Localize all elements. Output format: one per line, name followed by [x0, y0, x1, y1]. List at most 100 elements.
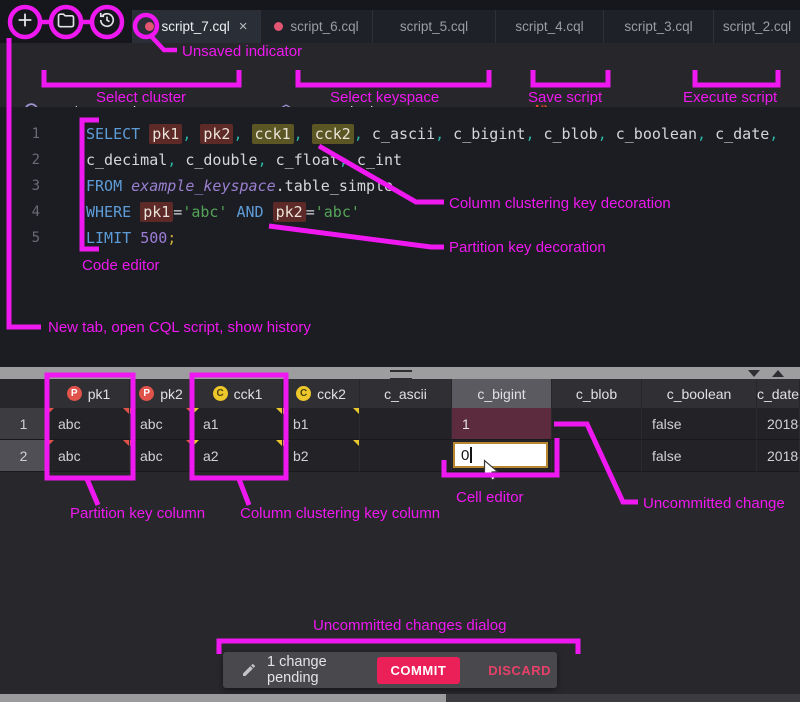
- tab-script_4[interactable]: script_4.cql: [495, 10, 603, 43]
- column-header-label: c_date: [757, 386, 799, 402]
- token-pl: [303, 125, 312, 143]
- horizontal-scrollbar[interactable]: [0, 694, 800, 702]
- column-header-label: c_boolean: [667, 386, 732, 402]
- tab-script_5[interactable]: script_5.cql: [372, 10, 495, 43]
- mouse-cursor: [483, 459, 500, 487]
- tab-script_2[interactable]: script_2.cql: [713, 10, 800, 43]
- column-header-cck2[interactable]: Ccck2: [283, 379, 360, 408]
- column-header-c_bigint[interactable]: c_bigint: [452, 379, 552, 408]
- token-pl: c_decimal: [86, 151, 167, 169]
- cell-value: false: [652, 416, 682, 432]
- column-header-label: c_bigint: [477, 386, 525, 402]
- column-header-pk1[interactable]: Ppk1: [48, 379, 130, 408]
- token-cm: ,: [339, 151, 348, 169]
- cell-value: false: [652, 448, 682, 464]
- annotation-label-cck-column: Column clustering key column: [240, 505, 440, 522]
- table-cell-c_date[interactable]: 2018-: [757, 408, 800, 440]
- scrollbar-thumb[interactable]: [0, 694, 446, 702]
- table-cell-cck2[interactable]: b1: [283, 408, 360, 440]
- table-cell-c_ascii[interactable]: [360, 440, 452, 472]
- code-text: LIMIT 500;: [40, 225, 176, 251]
- table-cell-pk2[interactable]: abc: [130, 440, 193, 472]
- code-lines: 1SELECT pk1, pk2, cck1, cck2, c_ascii, c…: [0, 121, 800, 251]
- table-cell-pk1[interactable]: abc: [48, 440, 130, 472]
- code-line-4: 4WHERE pk1='abc' AND pk2='abc': [0, 199, 800, 225]
- tab-script_6[interactable]: script_6.cql: [260, 10, 372, 43]
- row-number-cell[interactable]: 2: [0, 440, 48, 472]
- annotation-label-pk-column: Partition key column: [70, 505, 205, 522]
- column-header-c_date[interactable]: c_date: [757, 379, 800, 408]
- cell-editor-input[interactable]: 0: [453, 442, 548, 468]
- token-pl: c_blob: [534, 125, 597, 143]
- editor-action-buttons: [0, 0, 132, 43]
- history-button[interactable]: [96, 11, 118, 33]
- code-line-1: 1SELECT pk1, pk2, cck1, cck2, c_ascii, c…: [0, 121, 800, 147]
- table-cell-c_boolean[interactable]: false: [642, 408, 757, 440]
- token-pl: [122, 177, 131, 195]
- row-number-cell[interactable]: 1: [0, 408, 48, 440]
- collapse-up-icon[interactable]: [772, 370, 784, 377]
- plus-icon: [15, 10, 35, 35]
- table-cell-cck1[interactable]: a1: [193, 408, 283, 440]
- clustering-key-icon: C: [213, 386, 228, 401]
- cell-value: abc: [140, 416, 163, 432]
- table-cell-c_boolean[interactable]: false: [642, 440, 757, 472]
- row-number-label: 1: [20, 416, 28, 432]
- commit-button[interactable]: COMMIT: [377, 657, 461, 684]
- tab-label: script_2.cql: [723, 19, 791, 34]
- text-caret: [470, 447, 472, 463]
- column-header-label: cck1: [234, 386, 263, 402]
- tab-script_7[interactable]: script_7.cql×: [132, 10, 260, 43]
- table-cell-c_bigint[interactable]: 1: [452, 408, 552, 440]
- column-header-c_boolean[interactable]: c_boolean: [642, 379, 757, 408]
- code-editor[interactable]: 1SELECT pk1, pk2, cck1, cck2, c_ascii, c…: [0, 107, 800, 367]
- token-ks: example_keyspace: [131, 177, 276, 195]
- table-cell-c_date[interactable]: 2018-: [757, 440, 800, 472]
- token-cm: ,: [354, 125, 363, 143]
- close-tab-icon[interactable]: ×: [239, 19, 248, 34]
- partition-key-icon: P: [139, 386, 154, 401]
- open-script-button[interactable]: [55, 11, 77, 33]
- table-cell-cck1[interactable]: a2: [193, 440, 283, 472]
- cell-value: b1: [293, 416, 309, 432]
- token-pl: .table_simple: [276, 177, 393, 195]
- table-cell-c_blob[interactable]: [552, 408, 642, 440]
- tab-script_3[interactable]: script_3.cql: [603, 10, 713, 43]
- token-pk: pk2: [273, 202, 306, 222]
- cell-value: a1: [203, 416, 219, 432]
- column-header-label: pk1: [88, 386, 111, 402]
- annotation-line-cck-column: [239, 479, 249, 505]
- token-pl: c_date: [706, 125, 769, 143]
- new-tab-button[interactable]: [14, 11, 36, 33]
- column-header-c_blob[interactable]: c_blob: [552, 379, 642, 408]
- cell-value: abc: [58, 448, 81, 464]
- cell-value: 2018-: [767, 448, 800, 464]
- column-header-cck1[interactable]: Ccck1: [193, 379, 283, 408]
- table-cell-cck2[interactable]: b2: [283, 440, 360, 472]
- column-header-label: pk2: [160, 386, 183, 402]
- folder-icon: [56, 10, 76, 35]
- grid-header-row: Ppk1Ppk2Ccck1Ccck2c_asciic_bigintc_blobc…: [0, 379, 800, 408]
- pane-divider[interactable]: [0, 367, 800, 379]
- discard-button[interactable]: DISCARD: [482, 662, 557, 679]
- table-cell-pk2[interactable]: abc: [130, 408, 193, 440]
- token-pl: c_float: [267, 151, 339, 169]
- table-cell-c_bigint[interactable]: 0: [452, 440, 552, 472]
- code-text: FROM example_keyspace.table_simple: [40, 173, 393, 199]
- column-header-pk2[interactable]: Ppk2: [130, 379, 193, 408]
- table-row-2: 2abcabca2b20false2018-: [0, 440, 800, 472]
- token-pl: [264, 203, 273, 221]
- table-cell-pk1[interactable]: abc: [48, 408, 130, 440]
- column-header-label: cck2: [317, 386, 346, 402]
- toolbar: US/New York example_keyspace SAVE EXECUT…: [0, 43, 800, 107]
- tab-label: script_6.cql: [290, 19, 358, 34]
- token-pl: c_bigint: [444, 125, 525, 143]
- table-cell-c_blob[interactable]: [552, 440, 642, 472]
- table-cell-c_ascii[interactable]: [360, 408, 452, 440]
- tab-list: script_7.cql×script_6.cqlscript_5.cqlscr…: [132, 10, 800, 43]
- token-ck: cck2: [312, 124, 354, 144]
- collapse-down-icon[interactable]: [748, 370, 760, 377]
- column-header-c_ascii[interactable]: c_ascii: [360, 379, 452, 408]
- results-grid: Ppk1Ppk2Ccck1Ccck2c_asciic_bigintc_blobc…: [0, 379, 800, 472]
- line-number: 2: [0, 147, 40, 173]
